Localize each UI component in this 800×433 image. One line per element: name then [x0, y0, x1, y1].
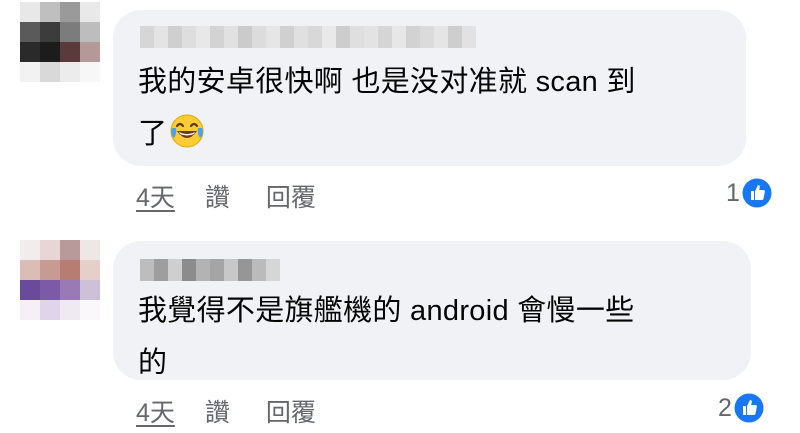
avatar-pixel: [40, 260, 60, 280]
name-blur-segment: [252, 259, 266, 281]
commenter-avatar[interactable]: [20, 240, 100, 320]
name-blur-segment: [308, 26, 322, 48]
name-blur-segment: [210, 259, 224, 281]
name-blur-segment: [294, 26, 308, 48]
avatar-pixel: [40, 22, 60, 42]
name-blur-segment: [210, 26, 224, 48]
reaction-count: 1: [726, 178, 740, 207]
name-blur-segment: [392, 26, 406, 48]
name-blur-segment: [196, 259, 210, 281]
name-blur-segment: [448, 26, 462, 48]
avatar-pixel: [80, 260, 100, 280]
avatar-pixel: [40, 42, 60, 62]
name-blur-segment: [140, 259, 154, 281]
comment-actions: 4天 讚 回覆: [136, 178, 316, 214]
comment-bubble: 我覺得不是旗艦機的 android 會慢一些 的: [113, 241, 751, 380]
name-blur-segment: [364, 26, 378, 48]
name-blur-segment: [182, 26, 196, 48]
comment-timestamp-link[interactable]: 4天: [136, 393, 175, 429]
reaction-summary[interactable]: 1: [726, 178, 772, 208]
name-blur-segment: [336, 26, 350, 48]
name-blur-segment: [224, 26, 238, 48]
commenter-name-blurred[interactable]: [140, 26, 476, 48]
name-blur-segment: [224, 259, 238, 281]
comment-bubble: 我的安卓很快啊 也是没对准就 scan 到 了: [113, 10, 746, 166]
comment-text-line: 了: [138, 108, 738, 160]
comment-text-line: 的: [138, 347, 168, 379]
name-blur-segment: [140, 26, 154, 48]
avatar-pixel: [40, 2, 60, 22]
avatar-pixel: [20, 42, 40, 62]
avatar-pixel: [60, 260, 80, 280]
avatar-pixel: [80, 280, 100, 300]
like-button[interactable]: 讚: [205, 178, 230, 214]
comment-timestamp-link[interactable]: 4天: [136, 178, 175, 214]
avatar-pixel: [80, 42, 100, 62]
reaction-summary[interactable]: 2: [718, 393, 764, 423]
thumbs-up-icon: [734, 393, 764, 423]
avatar-pixel: [20, 2, 40, 22]
face-with-tears-of-joy-icon: [170, 114, 204, 148]
avatar-pixel: [20, 300, 40, 320]
name-blur-segment: [238, 259, 252, 281]
comment-text: 我的安卓很快啊 也是没对准就 scan 到 了: [138, 56, 738, 160]
name-blur-segment: [462, 26, 476, 48]
name-blur-segment: [196, 26, 210, 48]
avatar-pixel: [80, 22, 100, 42]
avatar-pixel: [80, 62, 100, 82]
name-blur-segment: [420, 26, 434, 48]
reaction-count: 2: [718, 393, 732, 422]
avatar-pixel: [20, 260, 40, 280]
avatar-pixel: [60, 62, 80, 82]
avatar-pixel: [60, 42, 80, 62]
avatar-pixel: [80, 240, 100, 260]
name-blur-segment: [154, 26, 168, 48]
like-button[interactable]: 讚: [205, 393, 230, 429]
avatar-pixel: [20, 62, 40, 82]
comment-text-line: 我的安卓很快啊 也是没对准就 scan 到: [138, 66, 636, 98]
name-blur-segment: [434, 26, 448, 48]
avatar-pixel: [40, 62, 60, 82]
comment-text: 我覺得不是旗艦機的 android 會慢一些 的: [138, 285, 743, 389]
avatar-pixel: [80, 2, 100, 22]
name-blur-segment: [182, 259, 196, 281]
name-blur-segment: [252, 26, 266, 48]
name-blur-segment: [322, 26, 336, 48]
avatar-pixel: [20, 280, 40, 300]
avatar-pixel: [60, 240, 80, 260]
avatar-pixel: [20, 22, 40, 42]
avatar-pixel: [20, 240, 40, 260]
avatar-pixel: [40, 300, 60, 320]
avatar-pixel: [80, 300, 100, 320]
avatar-pixel: [40, 280, 60, 300]
comment-text-fragment: 了: [138, 118, 168, 150]
name-blur-segment: [238, 26, 252, 48]
name-blur-segment: [266, 26, 280, 48]
avatar-pixel: [60, 280, 80, 300]
reply-button[interactable]: 回覆: [266, 178, 316, 214]
name-blur-segment: [406, 26, 420, 48]
name-blur-segment: [350, 26, 364, 48]
avatar-pixel: [60, 22, 80, 42]
commenter-avatar[interactable]: [20, 2, 100, 82]
commenter-name-blurred[interactable]: [140, 259, 280, 281]
comment-text-line: 我覺得不是旗艦機的 android 會慢一些: [138, 295, 635, 327]
name-blur-segment: [378, 26, 392, 48]
thumbs-up-icon: [742, 178, 772, 208]
avatar-pixel: [40, 240, 60, 260]
reply-button[interactable]: 回覆: [266, 393, 316, 429]
avatar-pixel: [60, 2, 80, 22]
name-blur-segment: [168, 259, 182, 281]
name-blur-segment: [154, 259, 168, 281]
avatar-pixel: [60, 300, 80, 320]
comment-actions: 4天 讚 回覆: [136, 393, 316, 429]
name-blur-segment: [280, 26, 294, 48]
name-blur-segment: [168, 26, 182, 48]
name-blur-segment: [266, 259, 280, 281]
